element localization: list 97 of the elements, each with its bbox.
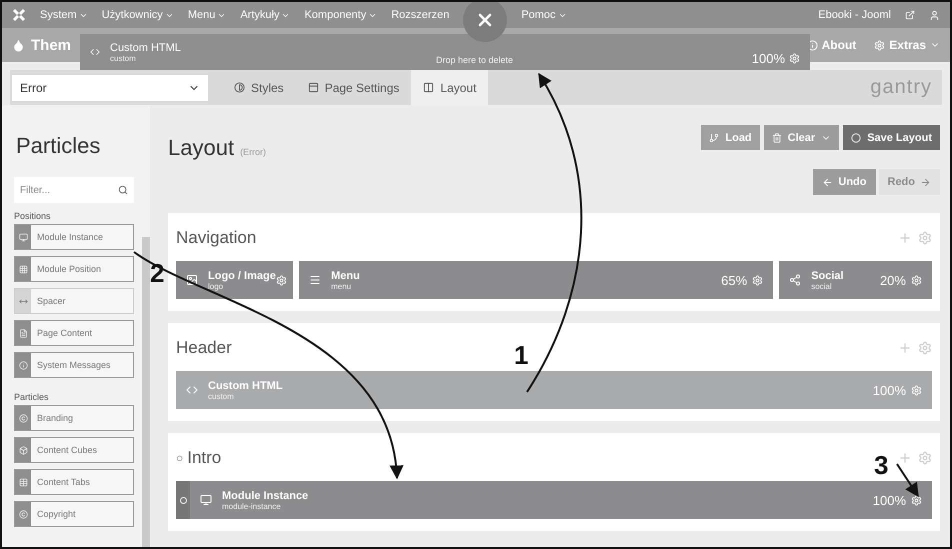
copyright-icon [18, 414, 28, 422]
particle-block[interactable]: Module Instance module-instance 100% [176, 481, 932, 519]
code-icon [90, 47, 100, 57]
contrast-icon [234, 82, 245, 93]
particle-subtitle: logo [208, 282, 224, 290]
particle-item[interactable]: Branding [14, 405, 134, 431]
particle-size: 100% [752, 50, 785, 66]
search-icon [118, 185, 128, 195]
menu-item[interactable]: Artykuły [240, 9, 290, 21]
code-icon [186, 384, 198, 396]
settings-icon [874, 40, 886, 50]
particle-title: Social [811, 270, 844, 282]
monitor-icon [18, 232, 28, 242]
arrows-icon [18, 296, 28, 306]
particle-item[interactable]: Spacer [14, 288, 134, 314]
menu-item[interactable]: System [40, 9, 88, 21]
particle-size: 65% [721, 272, 748, 288]
particle-title: Logo / Image [208, 270, 276, 282]
tab[interactable]: Styles [222, 70, 296, 105]
particle-item[interactable]: Module Position [14, 256, 134, 282]
filter-field[interactable]: Filter... [14, 177, 134, 203]
share-icon [789, 274, 802, 286]
menu-item[interactable]: Rozszerzen [391, 9, 450, 21]
section-title: Navigation [176, 228, 256, 248]
particle-block[interactable]: Custom HTML custom 100% [176, 371, 932, 409]
droplet-icon [12, 38, 25, 52]
drag-handle[interactable] [176, 481, 190, 519]
section-marker: ○ [176, 451, 184, 465]
brand-logo: gantry [870, 76, 932, 99]
columns-icon [423, 82, 434, 93]
table-icon [18, 478, 28, 486]
menu-item[interactable]: Użytkownicy [102, 9, 174, 21]
menu-icon [309, 274, 322, 286]
tab[interactable]: Layout [411, 70, 488, 105]
drop-hint: Drop here to delete [436, 55, 514, 65]
particle-block[interactable]: Logo / Image logo [176, 261, 294, 299]
user-icon[interactable] [929, 10, 940, 20]
cube-icon [18, 446, 28, 454]
dragged-particle[interactable]: Custom HTML custom Drop here to delete 100% [80, 34, 810, 70]
grid-icon [18, 264, 28, 274]
tab[interactable]: Page Settings [296, 70, 412, 105]
page-title: Them [12, 36, 72, 54]
toolbar-button[interactable]: Clear [764, 125, 840, 150]
external-link-icon[interactable] [905, 10, 915, 20]
outline-select[interactable]: Error [12, 74, 208, 100]
monitor-icon [200, 494, 212, 506]
particle-item[interactable]: Copyright [14, 501, 134, 527]
logo-icon [12, 8, 26, 22]
section-title: Intro [187, 448, 222, 468]
particle-size: 100% [872, 492, 906, 508]
arrow-right-icon [920, 176, 931, 188]
particle-title: Module Instance [222, 490, 308, 502]
particle-size: 100% [872, 382, 906, 398]
particle-item[interactable]: Module Instance [14, 224, 134, 250]
layout-subtitle: (Error) [240, 147, 266, 157]
particle-item[interactable]: Page Content [14, 320, 134, 346]
branch-icon [709, 132, 720, 142]
callout-arrow [896, 463, 919, 498]
trash-icon [772, 132, 782, 142]
group-label: Positions [14, 211, 52, 221]
circle-icon [851, 132, 862, 142]
particle-subtitle: social [811, 282, 833, 290]
particle-item[interactable]: System Messages [14, 352, 134, 378]
toolbar-button[interactable]: Save Layout [843, 125, 940, 150]
image-icon [186, 274, 198, 286]
group-label: Particles [14, 392, 50, 402]
menu-item[interactable]: Menu [188, 9, 226, 21]
arrow-left-icon [822, 176, 834, 188]
particle-title: Custom HTML [110, 42, 181, 54]
particle-subtitle: custom [208, 392, 235, 400]
particle-block[interactable]: Social social 20% [779, 261, 932, 299]
panel-icon [308, 82, 319, 93]
layout-title: Layout [168, 135, 234, 161]
document-icon [18, 328, 28, 338]
particle-title: Custom HTML [208, 380, 283, 392]
particle-size: 20% [880, 272, 906, 288]
info-icon [18, 360, 28, 370]
callout-number: 3 [874, 450, 888, 481]
copyright-icon [18, 510, 28, 518]
particle-subtitle: menu [331, 282, 352, 290]
particle-item[interactable]: Content Tabs [14, 469, 134, 495]
particle-subtitle: custom [110, 54, 137, 62]
callout-number: 1 [514, 340, 528, 371]
particle-subtitle: module-instance [222, 502, 282, 510]
particle-item[interactable]: Content Cubes [14, 437, 134, 463]
section-title: Header [176, 338, 232, 358]
particle-title: Menu [331, 270, 360, 282]
toolbar-button[interactable]: Load [701, 125, 760, 150]
menu-item[interactable]: Pomoc [521, 9, 567, 21]
particle-block[interactable]: Menu menu 65% [299, 261, 774, 299]
sidebar-title: Particles [16, 133, 102, 159]
close-icon[interactable] [463, 2, 508, 42]
scrollbar[interactable] [142, 237, 150, 547]
menu-item[interactable]: Komponenty [304, 9, 378, 21]
site-link[interactable]: Ebooki - Jooml [818, 9, 891, 21]
header-link[interactable]: Extras [874, 38, 940, 52]
history-button[interactable]: Undo [813, 169, 876, 195]
